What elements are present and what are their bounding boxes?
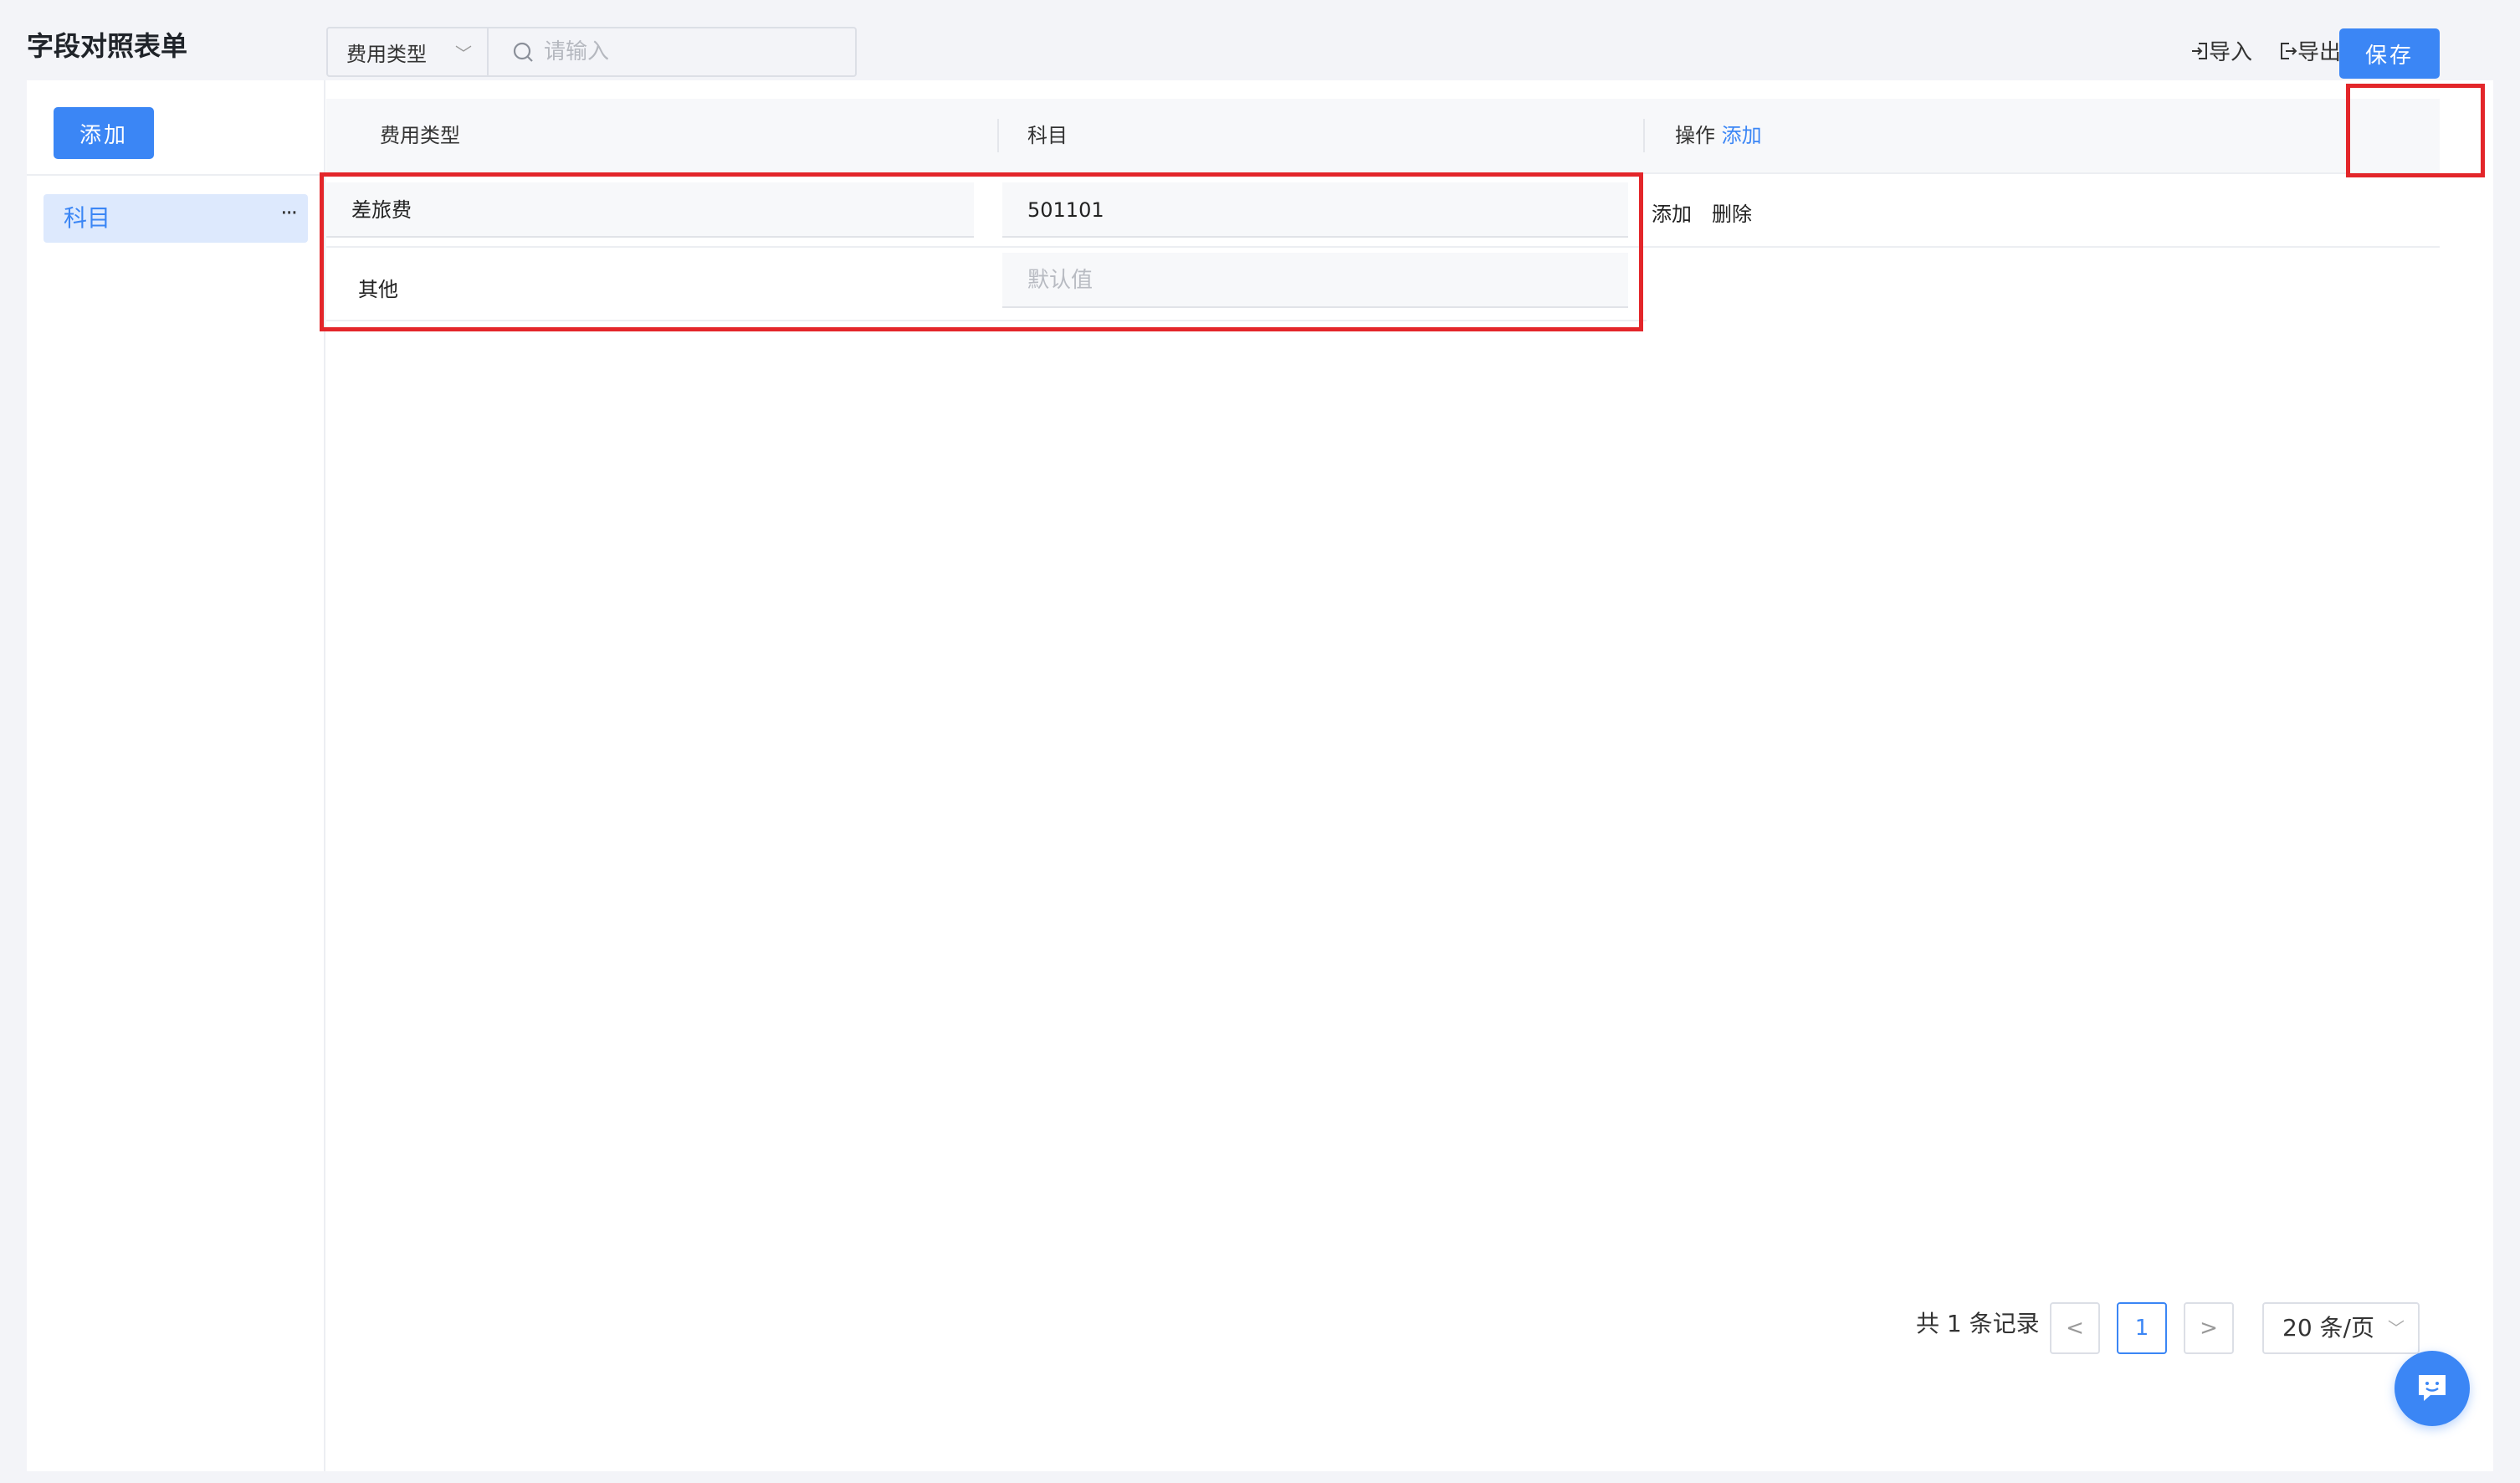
subject-field[interactable]: 501101 (1002, 182, 1628, 238)
page-size-value: 20 条/页 (2282, 1314, 2374, 1342)
sidebar-item-subject[interactable]: 科目 ··· (44, 194, 308, 243)
page-size-select[interactable]: 20 条/页 ﹀ (2262, 1302, 2420, 1354)
search-icon (513, 42, 533, 62)
next-page-button[interactable]: > (2184, 1302, 2234, 1354)
column-separator (1643, 119, 1645, 152)
search-input[interactable] (542, 38, 830, 65)
more-icon[interactable]: ··· (280, 189, 298, 238)
sidebar: 添加 科目 ··· (27, 80, 325, 1471)
column-separator (997, 119, 999, 152)
table-header: 费用类型 科目 操作 添加 (326, 99, 2440, 174)
column-header-expense-type: 费用类型 (380, 124, 460, 147)
row-delete-link[interactable]: 删除 (1712, 198, 1752, 227)
actions-header-label: 操作 (1675, 124, 1715, 147)
page-title: 字段对照表单 (27, 30, 188, 62)
subject-default-field[interactable]: 默认值 (1002, 253, 1628, 308)
prev-page-button[interactable]: < (2050, 1302, 2100, 1354)
export-icon (2281, 42, 2297, 59)
import-label: 导入 (2209, 40, 2253, 65)
sidebar-add-button[interactable]: 添加 (54, 107, 154, 159)
column-header-actions: 操作 添加 (1675, 99, 1762, 172)
save-button[interactable]: 保存 (2339, 28, 2440, 79)
import-icon (2192, 42, 2207, 59)
expense-type-text: 其他 (358, 278, 398, 301)
pagination-summary: 共 1 条记录 (1916, 1310, 2040, 1337)
chevron-down-icon: ﹀ (455, 43, 472, 64)
chat-icon (2419, 1375, 2446, 1401)
sidebar-item-label: 科目 (64, 204, 111, 232)
table-row: 其他 默认值 (326, 248, 1647, 321)
header-add-link[interactable]: 添加 (1722, 124, 1762, 147)
import-button[interactable]: 导入 (2190, 35, 2252, 66)
chevron-down-icon: ﹀ (2388, 1318, 2405, 1338)
row-add-link[interactable]: 添加 (1652, 198, 1692, 227)
column-header-subject: 科目 (1027, 124, 1068, 147)
export-button[interactable]: 导出 (2279, 35, 2341, 66)
filter-field-select[interactable]: 费用类型 ﹀ (328, 28, 489, 75)
page-1-button[interactable]: 1 (2117, 1302, 2167, 1354)
filter-field-value: 费用类型 (346, 42, 427, 66)
chat-support-button[interactable] (2395, 1351, 2470, 1426)
export-label: 导出 (2297, 40, 2342, 65)
table-row: 差旅费 501101 添加 删除 (326, 174, 2440, 248)
filter-bar: 费用类型 ﹀ (326, 27, 857, 77)
search-box[interactable] (489, 28, 855, 75)
sidebar-divider (27, 174, 324, 176)
expense-type-field[interactable]: 差旅费 (326, 182, 974, 238)
